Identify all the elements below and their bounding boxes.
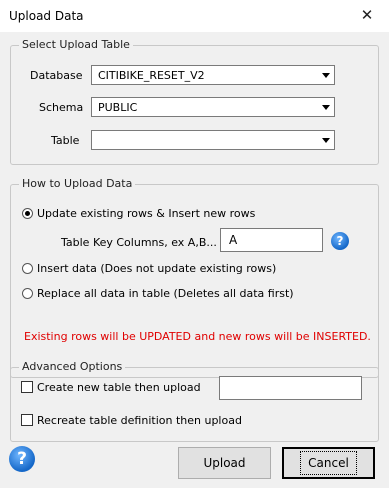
title-bar: Upload Data ✕ xyxy=(0,0,389,32)
create-new-table-checkbox[interactable] xyxy=(21,381,33,393)
table-label: Table xyxy=(51,134,80,147)
recreate-table-checkbox[interactable] xyxy=(21,414,33,426)
schema-value: PUBLIC xyxy=(98,101,138,114)
replace-all-radio[interactable] xyxy=(22,288,33,299)
replace-all-label: Replace all data in table (Deletes all d… xyxy=(37,287,294,300)
group-legend: How to Upload Data xyxy=(19,177,136,190)
update-insert-label: Update existing rows & Insert new rows xyxy=(37,207,256,220)
key-columns-input[interactable]: A xyxy=(220,228,323,252)
close-icon[interactable]: ✕ xyxy=(352,4,382,28)
cancel-button[interactable]: Cancel xyxy=(282,447,375,479)
chevron-down-icon[interactable] xyxy=(318,131,334,149)
question-mark-icon[interactable]: ? xyxy=(331,232,349,250)
chevron-down-icon[interactable] xyxy=(318,98,334,116)
upload-data-dialog: Upload Data ✕ Select Upload Table Databa… xyxy=(0,0,389,488)
mode-warning-text: Existing rows will be UPDATED and new ro… xyxy=(24,330,371,343)
insert-only-label: Insert data (Does not update existing ro… xyxy=(37,262,277,275)
insert-only-radio[interactable] xyxy=(22,263,33,274)
key-columns-label: Table Key Columns, ex A,B... xyxy=(61,236,217,249)
database-select[interactable]: CITIBIKE_RESET_V2 xyxy=(91,65,335,85)
schema-label: Schema xyxy=(39,101,84,114)
cancel-button-label: Cancel xyxy=(300,451,357,475)
new-table-name-input[interactable] xyxy=(219,376,362,400)
group-legend: Select Upload Table xyxy=(19,38,133,51)
update-insert-radio[interactable] xyxy=(22,208,33,219)
upload-button[interactable]: Upload xyxy=(178,447,271,479)
group-legend: Advanced Options xyxy=(19,360,126,373)
database-label: Database xyxy=(30,69,83,82)
recreate-table-label: Recreate table definition then upload xyxy=(37,414,242,427)
database-value: CITIBIKE_RESET_V2 xyxy=(98,69,205,82)
question-mark-icon[interactable]: ? xyxy=(9,446,35,472)
create-new-table-label: Create new table then upload xyxy=(37,381,201,394)
schema-select[interactable]: PUBLIC xyxy=(91,97,335,117)
table-select[interactable] xyxy=(91,130,335,150)
dialog-body: Select Upload Table Database CITIBIKE_RE… xyxy=(0,32,389,488)
chevron-down-icon[interactable] xyxy=(318,66,334,84)
window-title: Upload Data xyxy=(9,9,84,23)
